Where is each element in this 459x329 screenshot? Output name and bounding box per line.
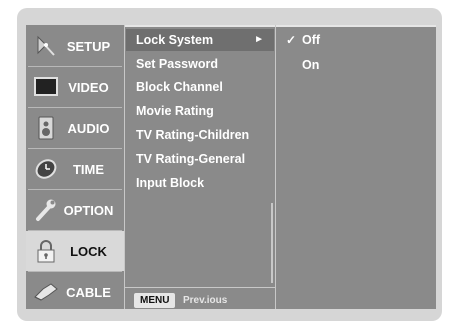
cable-icon <box>33 279 59 305</box>
submenu-item-label: TV Rating-General <box>136 152 246 166</box>
osd-frame: SETUP VIDEO AUDIO TIME OPTION LOCK CABLE… <box>17 8 442 321</box>
category-time[interactable]: TIME <box>26 149 124 189</box>
option-on[interactable]: On <box>286 54 319 76</box>
category-label: CABLE <box>66 284 111 300</box>
category-lock[interactable]: LOCK <box>26 231 124 271</box>
category-menu: SETUP VIDEO AUDIO TIME OPTION LOCK CABLE <box>26 25 124 309</box>
category-label: LOCK <box>70 243 107 259</box>
antenna-icon <box>33 33 59 59</box>
clock-icon <box>33 156 59 182</box>
option-off[interactable]: ✓ Off <box>286 29 320 51</box>
category-option[interactable]: OPTION <box>26 190 124 230</box>
category-setup[interactable]: SETUP <box>26 26 124 66</box>
checkmark-icon: ✓ <box>286 33 297 47</box>
submenu-item-block-channel[interactable]: Block Channel <box>126 76 274 98</box>
submenu-item-label: Set Password <box>136 57 218 71</box>
category-label: SETUP <box>66 38 111 54</box>
right-arrow-icon: ► <box>254 34 264 45</box>
submenu-item-input-block[interactable]: Input Block <box>126 172 274 194</box>
submenu-item-label: TV Rating-Children <box>136 128 250 142</box>
submenu-item-label: Movie Rating <box>136 104 214 118</box>
submenu-item-lock-system[interactable]: Lock System ► <box>126 29 274 51</box>
options-top-border <box>276 25 436 27</box>
submenu-item-tv-rating-general[interactable]: TV Rating-General <box>126 148 274 170</box>
options-panel: ✓ Off On <box>276 25 436 309</box>
submenu-item-set-password[interactable]: Set Password <box>126 53 274 75</box>
submenu-top-border <box>125 25 275 27</box>
menu-help-text: Prev.ious <box>183 295 228 306</box>
submenu-scrollbar[interactable] <box>271 203 273 283</box>
divider <box>125 287 275 288</box>
category-label: TIME <box>72 161 105 177</box>
option-label: On <box>302 58 320 72</box>
category-label: VIDEO <box>68 79 109 95</box>
category-video[interactable]: VIDEO <box>26 67 124 107</box>
category-audio[interactable]: AUDIO <box>26 108 124 148</box>
submenu-item-tv-rating-children[interactable]: TV Rating-Children <box>126 124 274 146</box>
padlock-icon <box>33 238 59 264</box>
submenu-item-label: Lock System <box>136 33 214 47</box>
speaker-icon <box>33 115 59 141</box>
category-label: OPTION <box>63 202 114 218</box>
submenu-item-movie-rating[interactable]: Movie Rating <box>126 100 274 122</box>
menu-button[interactable]: MENU <box>134 293 176 308</box>
submenu-item-label: Block Channel <box>136 80 223 94</box>
wrench-icon <box>33 197 59 223</box>
category-label: AUDIO <box>67 120 110 136</box>
lock-submenu: Lock System ► Set Password Block Channel… <box>124 25 276 309</box>
option-label: Off <box>302 33 321 47</box>
submenu-item-label: Input Block <box>136 176 205 190</box>
monitor-icon <box>33 74 59 100</box>
osd-screen: SETUP VIDEO AUDIO TIME OPTION LOCK CABLE… <box>26 25 436 309</box>
category-cable[interactable]: CABLE <box>26 272 124 312</box>
